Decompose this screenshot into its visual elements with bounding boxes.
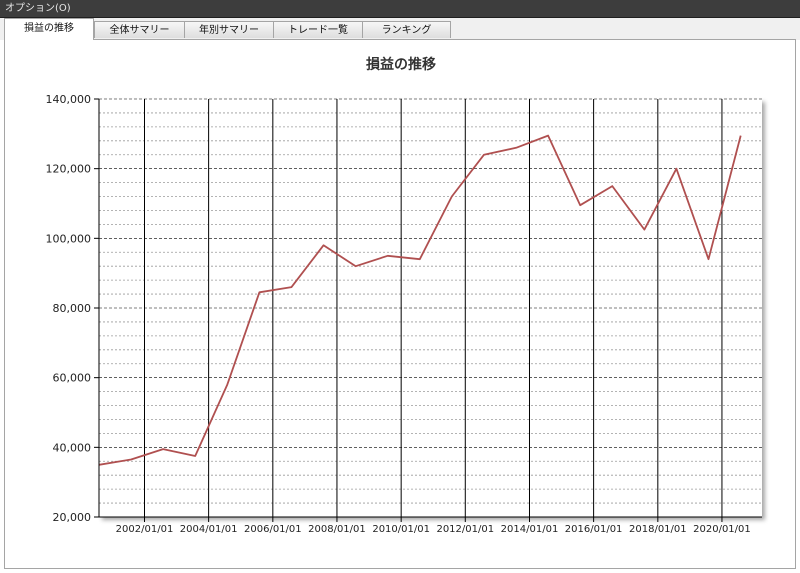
x-tick-label: 2004/01/01 [180,524,238,535]
data-point [162,448,164,450]
x-tick-label: 2006/01/01 [244,524,302,535]
data-point [740,135,742,137]
x-tick-label: 2008/01/01 [308,524,366,535]
data-point [515,147,517,149]
data-point [547,135,549,137]
data-point [419,258,421,260]
y-tick-label: 80,000 [53,302,92,315]
data-point [579,204,581,206]
x-tick-label: 2012/01/01 [436,524,494,535]
x-tick-label: 2016/01/01 [565,524,623,535]
y-tick-label: 140,000 [46,93,92,106]
y-tick-label: 20,000 [53,511,92,524]
y-tick-label: 60,000 [53,372,92,385]
y-tick-label: 40,000 [53,441,92,454]
data-point [611,185,613,187]
chart-title: 損益の推移 [366,56,436,73]
tab-pnl-trend[interactable]: 損益の推移 [4,18,94,40]
data-point [323,244,325,246]
data-point [676,168,678,170]
data-point [130,459,132,461]
data-point [643,229,645,231]
data-point [483,154,485,156]
x-tick-label: 2002/01/01 [116,524,174,535]
x-tick-label: 2020/01/01 [693,524,751,535]
data-point [226,384,228,386]
x-tick-label: 2014/01/01 [501,524,559,535]
y-tick-label: 100,000 [46,232,92,245]
data-point [258,291,260,293]
data-point [451,196,453,198]
data-point [708,258,710,260]
x-tick-label: 2018/01/01 [629,524,687,535]
data-point [355,265,357,267]
data-point [291,286,293,288]
data-point [387,255,389,257]
data-point [194,455,196,457]
pnl-chart: 損益の推移 20,000 40,000 60,000 80,000 100,000 120… [46,56,762,535]
y-tick-label: 120,000 [46,163,92,176]
x-tick-label: 2010/01/01 [372,524,430,535]
